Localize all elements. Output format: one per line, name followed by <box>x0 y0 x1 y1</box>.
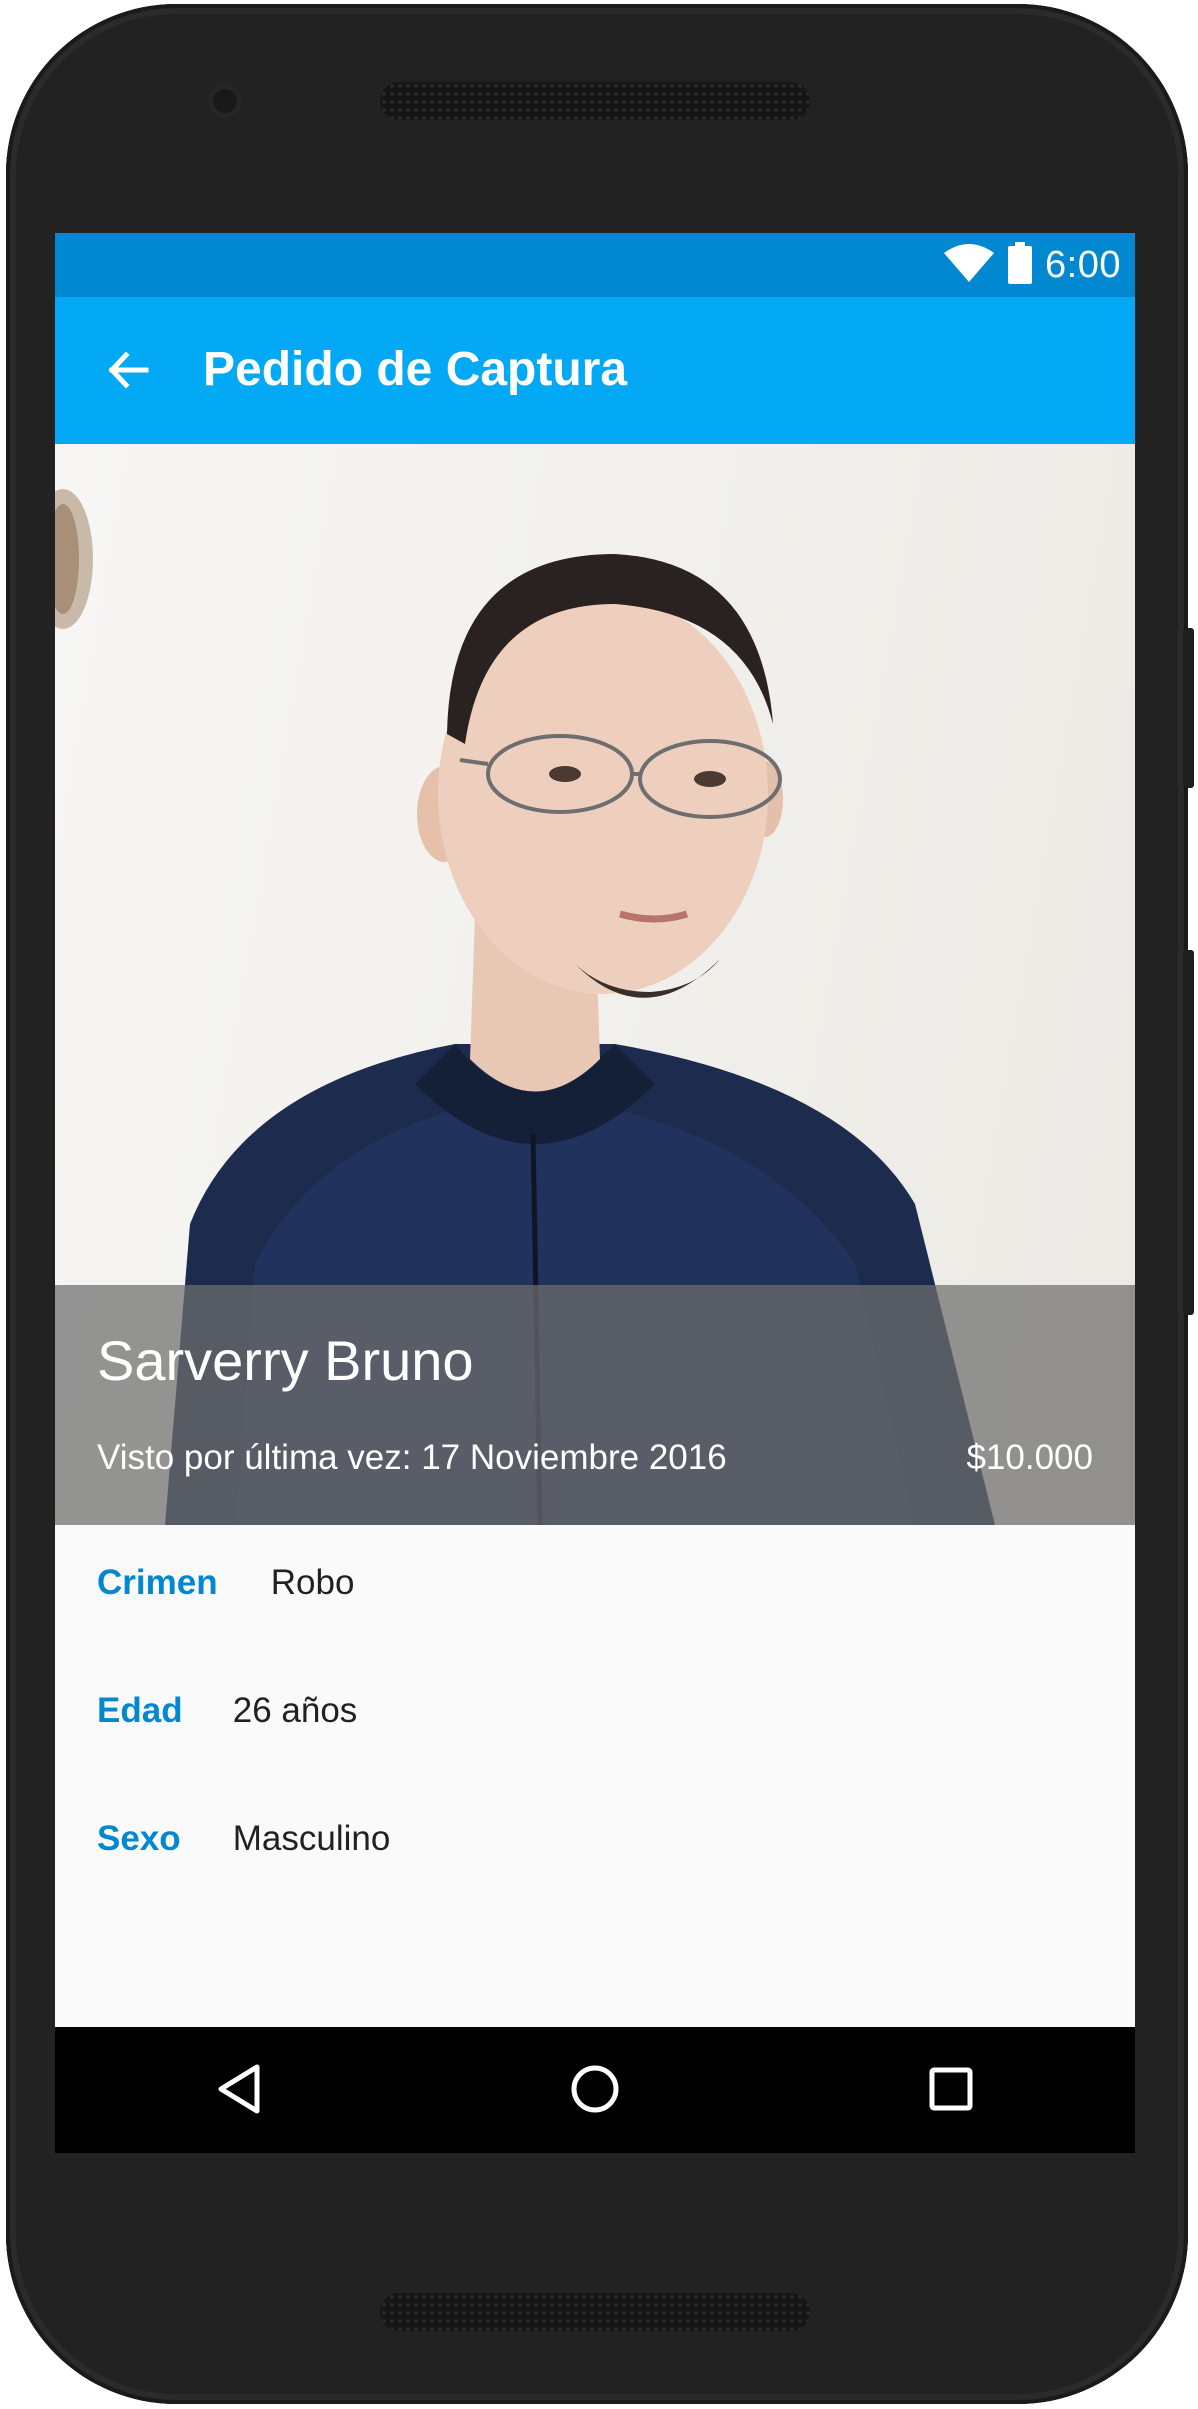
wifi-icon <box>943 243 995 288</box>
status-bar: 6:00 <box>55 233 1135 297</box>
status-time: 6:00 <box>1045 243 1121 286</box>
power-button <box>1183 628 1194 788</box>
app-bar: Pedido de Captura <box>55 297 1135 444</box>
bottom-speaker <box>380 2293 810 2331</box>
info-overlay <box>55 1285 1135 1525</box>
detail-value: Masculino <box>232 1819 391 1858</box>
nav-home-button[interactable] <box>561 2057 629 2125</box>
detail-label: Edad <box>97 1691 183 1730</box>
detail-row-crimen: Crimen Robo <box>97 1563 354 1613</box>
top-speaker <box>380 82 810 120</box>
reward-amount: $10.000 <box>966 1438 1093 1477</box>
home-circle-icon <box>569 2063 621 2120</box>
page-title: Pedido de Captura <box>203 343 628 396</box>
battery-icon <box>1007 241 1033 289</box>
detail-row-sexo: Sexo Masculino <box>97 1819 390 1869</box>
back-triangle-icon <box>216 2063 262 2120</box>
volume-button <box>1183 950 1194 1315</box>
back-button[interactable] <box>93 337 163 407</box>
last-seen-text: Visto por última vez: 17 Noviembre 2016 <box>97 1438 727 1477</box>
nav-back-button[interactable] <box>205 2057 273 2125</box>
detail-label: Sexo <box>97 1819 181 1858</box>
detail-label: Crimen <box>97 1563 218 1602</box>
front-camera <box>208 84 242 118</box>
detail-row-edad: Edad 26 años <box>97 1691 357 1741</box>
recents-square-icon <box>928 2066 974 2117</box>
detail-value: Robo <box>270 1563 355 1602</box>
navigation-bar <box>55 2027 1135 2153</box>
suspect-name: Sarverry Bruno <box>97 1329 474 1392</box>
detail-value: 26 años <box>232 1691 358 1730</box>
nav-recents-button[interactable] <box>917 2057 985 2125</box>
screen: 6:00 Pedido de Captura Sarverry Bruno Vi… <box>55 233 1135 2153</box>
arrow-back-icon <box>104 346 152 399</box>
